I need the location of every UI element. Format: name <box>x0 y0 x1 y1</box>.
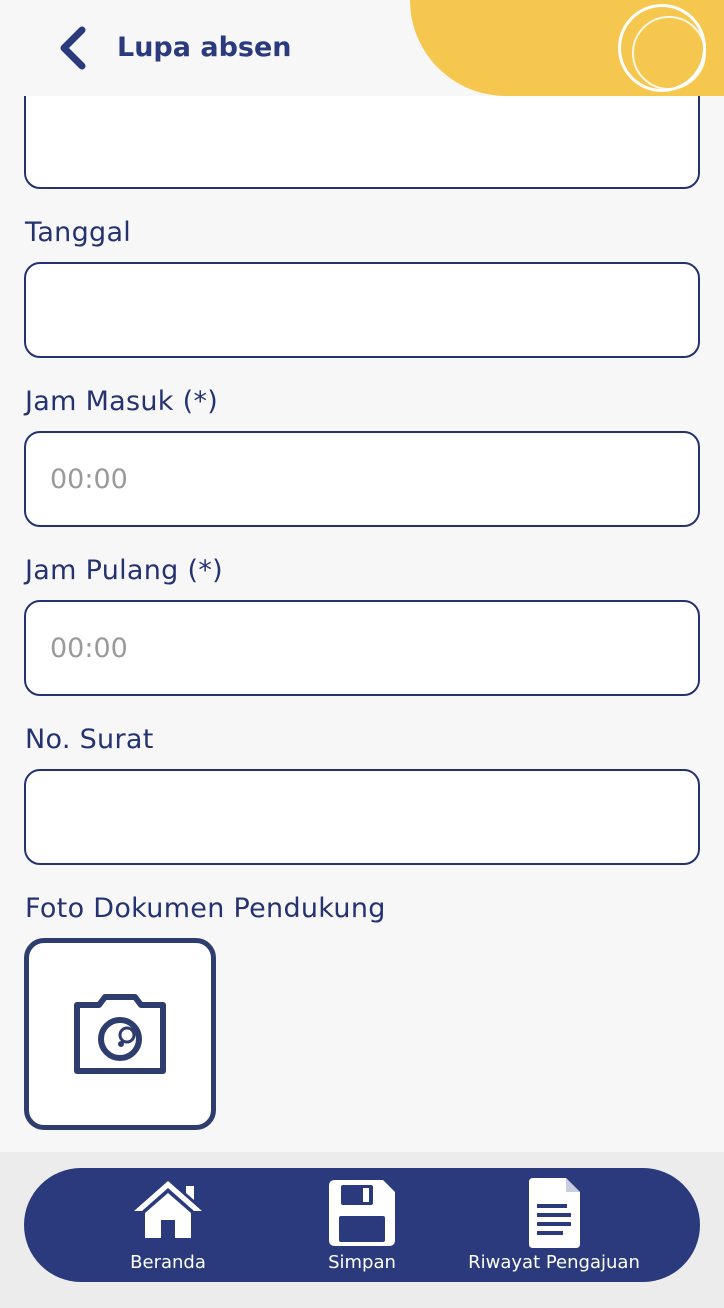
decoration-circle-inner <box>632 16 706 90</box>
tanggal-input[interactable] <box>24 262 700 358</box>
jam-pulang-input[interactable] <box>24 600 700 696</box>
nav-item-beranda[interactable]: Beranda <box>114 1168 222 1282</box>
jam-masuk-input[interactable] <box>24 431 700 527</box>
document-icon <box>529 1178 580 1248</box>
chevron-left-icon <box>60 26 86 70</box>
no-surat-label: No. Surat <box>25 724 154 755</box>
camera-icon <box>74 994 166 1074</box>
nav-item-riwayat-pengajuan[interactable]: Riwayat Pengajuan <box>464 1168 644 1282</box>
home-icon <box>134 1181 202 1238</box>
jam-masuk-label: Jam Masuk (*) <box>25 386 219 417</box>
no-surat-input[interactable] <box>24 769 700 865</box>
app-header: Lupa absen <box>0 0 724 96</box>
jam-pulang-label: Jam Pulang (*) <box>25 555 223 586</box>
back-button[interactable] <box>52 26 96 70</box>
save-icon <box>329 1180 395 1246</box>
bottom-navigation: Beranda Simpan Riwayat Pengajuan <box>24 1168 700 1282</box>
nav-label-riwayat-pengajuan: Riwayat Pengajuan <box>468 1252 640 1273</box>
page-title: Lupa absen <box>117 32 292 63</box>
nav-label-simpan: Simpan <box>328 1252 396 1273</box>
tanggal-label: Tanggal <box>25 217 132 248</box>
nav-item-simpan[interactable]: Simpan <box>312 1168 412 1282</box>
photo-upload-button[interactable] <box>24 938 216 1130</box>
foto-dokumen-label: Foto Dokumen Pendukung <box>25 893 386 924</box>
nav-label-beranda: Beranda <box>130 1252 206 1273</box>
